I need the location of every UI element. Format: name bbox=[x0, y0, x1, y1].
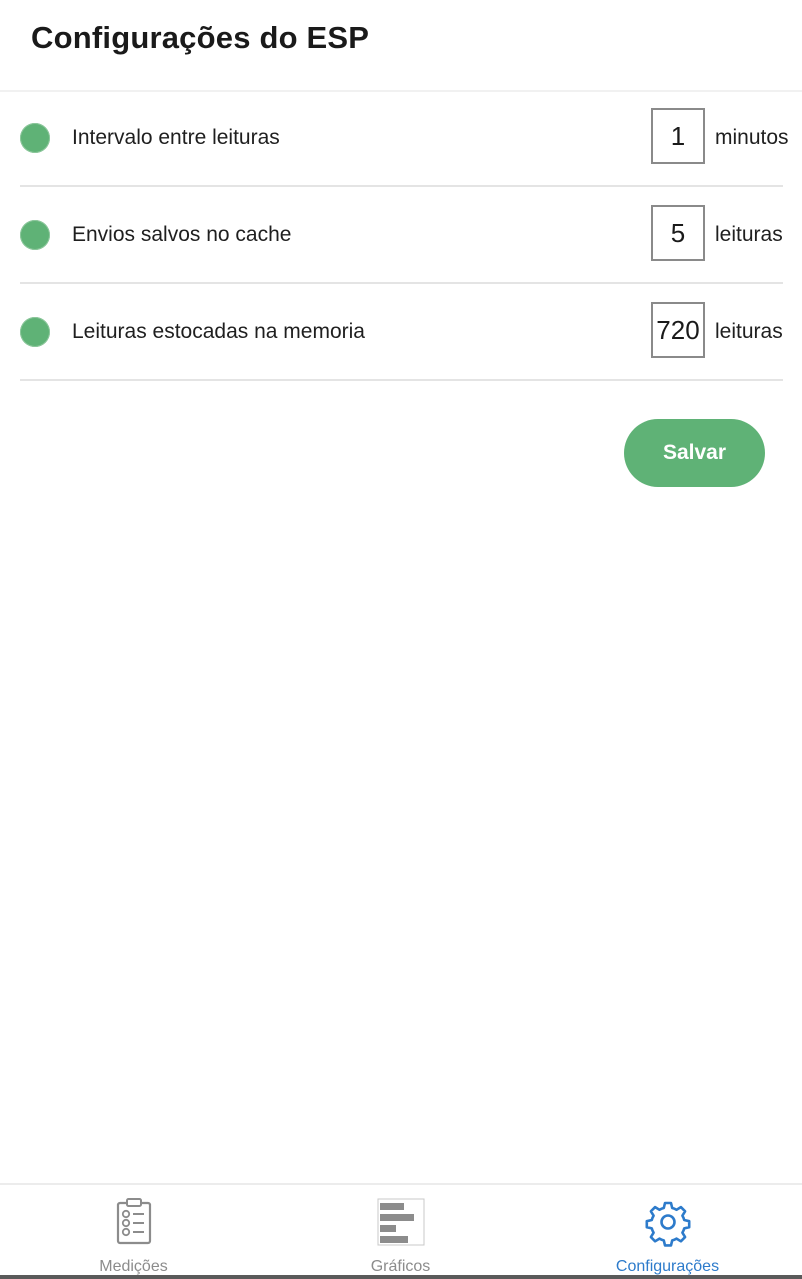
tab-label-medicoes: Medições bbox=[99, 1258, 168, 1275]
row-divider bbox=[20, 185, 783, 187]
setting-label-memory: Leituras estocadas na memoria bbox=[72, 320, 365, 343]
page-title: Configurações do ESP bbox=[31, 20, 370, 55]
interval-input[interactable] bbox=[651, 108, 705, 164]
tab-label-configuracoes: Configurações bbox=[615, 1258, 720, 1275]
cache-input[interactable] bbox=[651, 205, 705, 261]
cache-unit-label: leituras bbox=[715, 223, 783, 246]
status-dot-icon bbox=[20, 220, 50, 250]
tab-medicoes[interactable]: Medições bbox=[0, 1185, 267, 1277]
setting-label-cache: Envios salvos no cache bbox=[72, 223, 292, 246]
memory-input[interactable] bbox=[651, 302, 705, 358]
clipboard-checklist-icon bbox=[116, 1198, 151, 1245]
setting-label-interval: Intervalo entre leituras bbox=[72, 126, 280, 149]
status-dot-icon bbox=[20, 317, 50, 347]
setting-row-interval: Intervalo entre leituras minutos bbox=[0, 92, 802, 188]
app-header: Configurações do ESP bbox=[0, 0, 802, 92]
system-bottom-edge bbox=[0, 1275, 802, 1279]
status-dot-icon bbox=[20, 123, 50, 153]
bar-chart-icon bbox=[377, 1198, 424, 1246]
row-divider bbox=[20, 379, 783, 381]
tab-graficos[interactable]: Gráficos bbox=[267, 1185, 534, 1277]
memory-unit-label: leituras bbox=[715, 320, 783, 343]
gear-icon bbox=[645, 1201, 690, 1247]
interval-unit-label: minutos bbox=[715, 126, 789, 149]
row-divider bbox=[20, 282, 783, 284]
tab-label-graficos: Gráficos bbox=[370, 1258, 431, 1275]
setting-row-cache: Envios salvos no cache leituras bbox=[0, 189, 802, 285]
save-button[interactable]: Salvar bbox=[624, 419, 765, 487]
setting-row-memory: Leituras estocadas na memoria leituras bbox=[0, 286, 802, 382]
bottom-tab-bar: Medições Gráficos Configurações bbox=[0, 1183, 802, 1277]
tab-configuracoes[interactable]: Configurações bbox=[534, 1185, 801, 1277]
